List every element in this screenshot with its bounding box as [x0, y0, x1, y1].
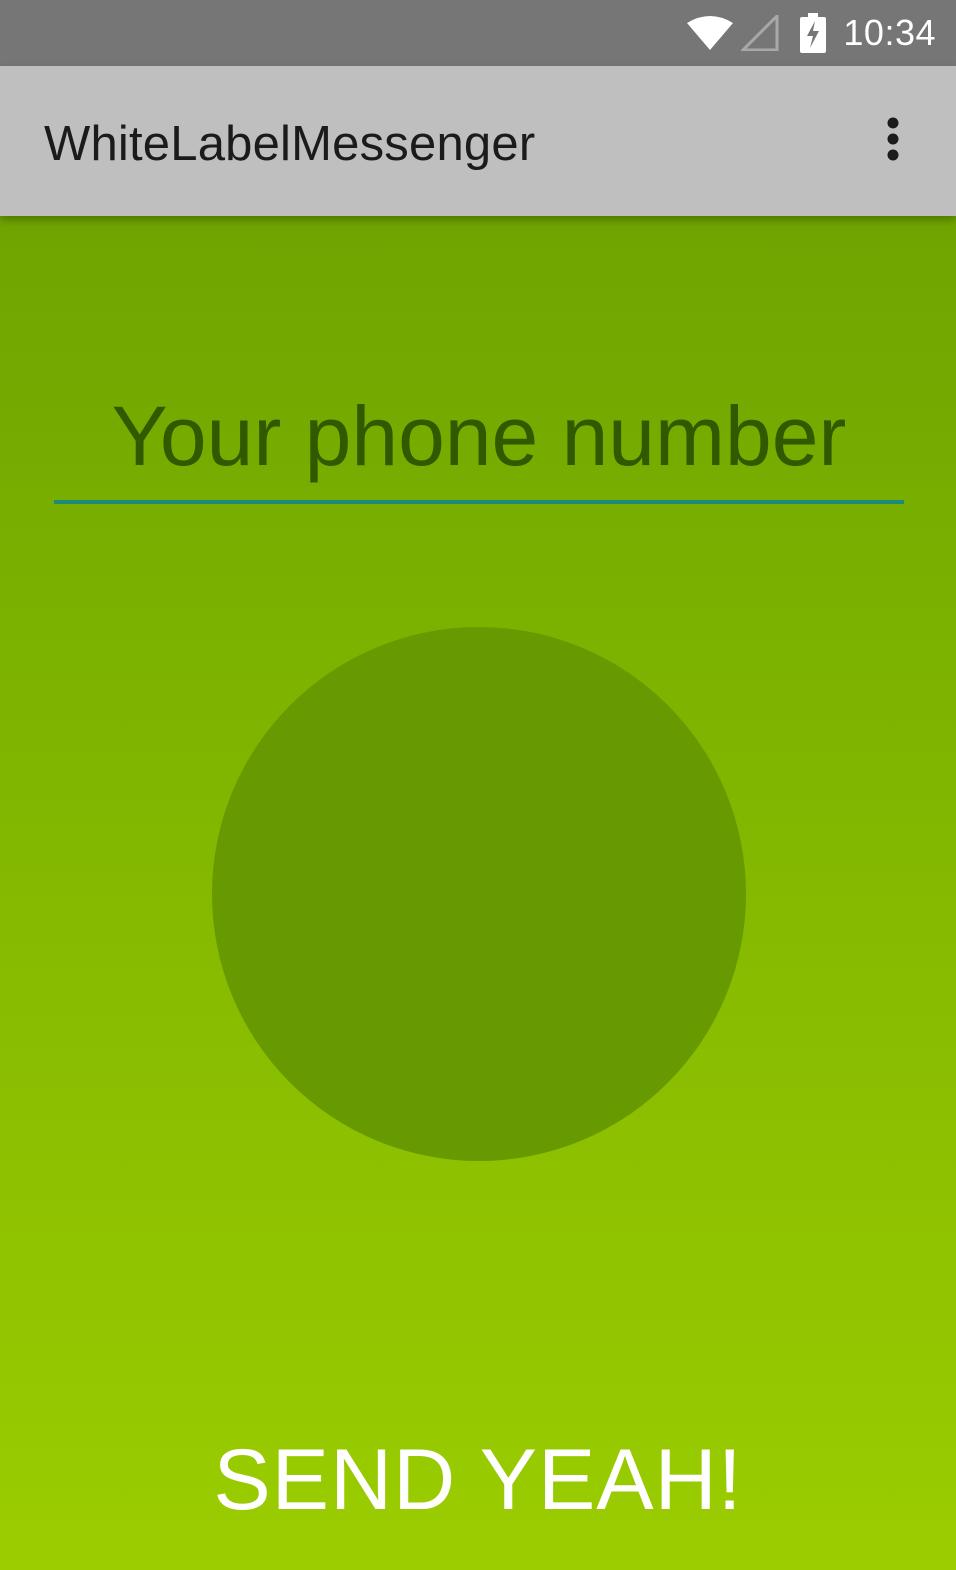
app-bar: WhiteLabelMessenger — [0, 66, 956, 216]
phone-number-field — [54, 372, 904, 506]
status-bar: 10:34 — [0, 0, 956, 66]
more-vert-icon — [886, 116, 900, 167]
cell-signal-icon — [741, 15, 779, 51]
send-button[interactable]: SEND YEAH! — [0, 1420, 956, 1540]
overflow-menu-button[interactable] — [864, 112, 922, 170]
status-icons: 10:34 — [687, 0, 936, 66]
status-clock: 10:34 — [843, 12, 936, 53]
phone-screen: 10:34 WhiteLabelMessenger SEND YEAH! — [0, 0, 956, 1570]
app-title: WhiteLabelMessenger — [44, 117, 536, 171]
avatar-circle[interactable] — [212, 627, 746, 1161]
phone-number-input[interactable] — [54, 372, 904, 504]
battery-charging-icon — [799, 13, 827, 53]
wifi-icon — [687, 15, 734, 51]
